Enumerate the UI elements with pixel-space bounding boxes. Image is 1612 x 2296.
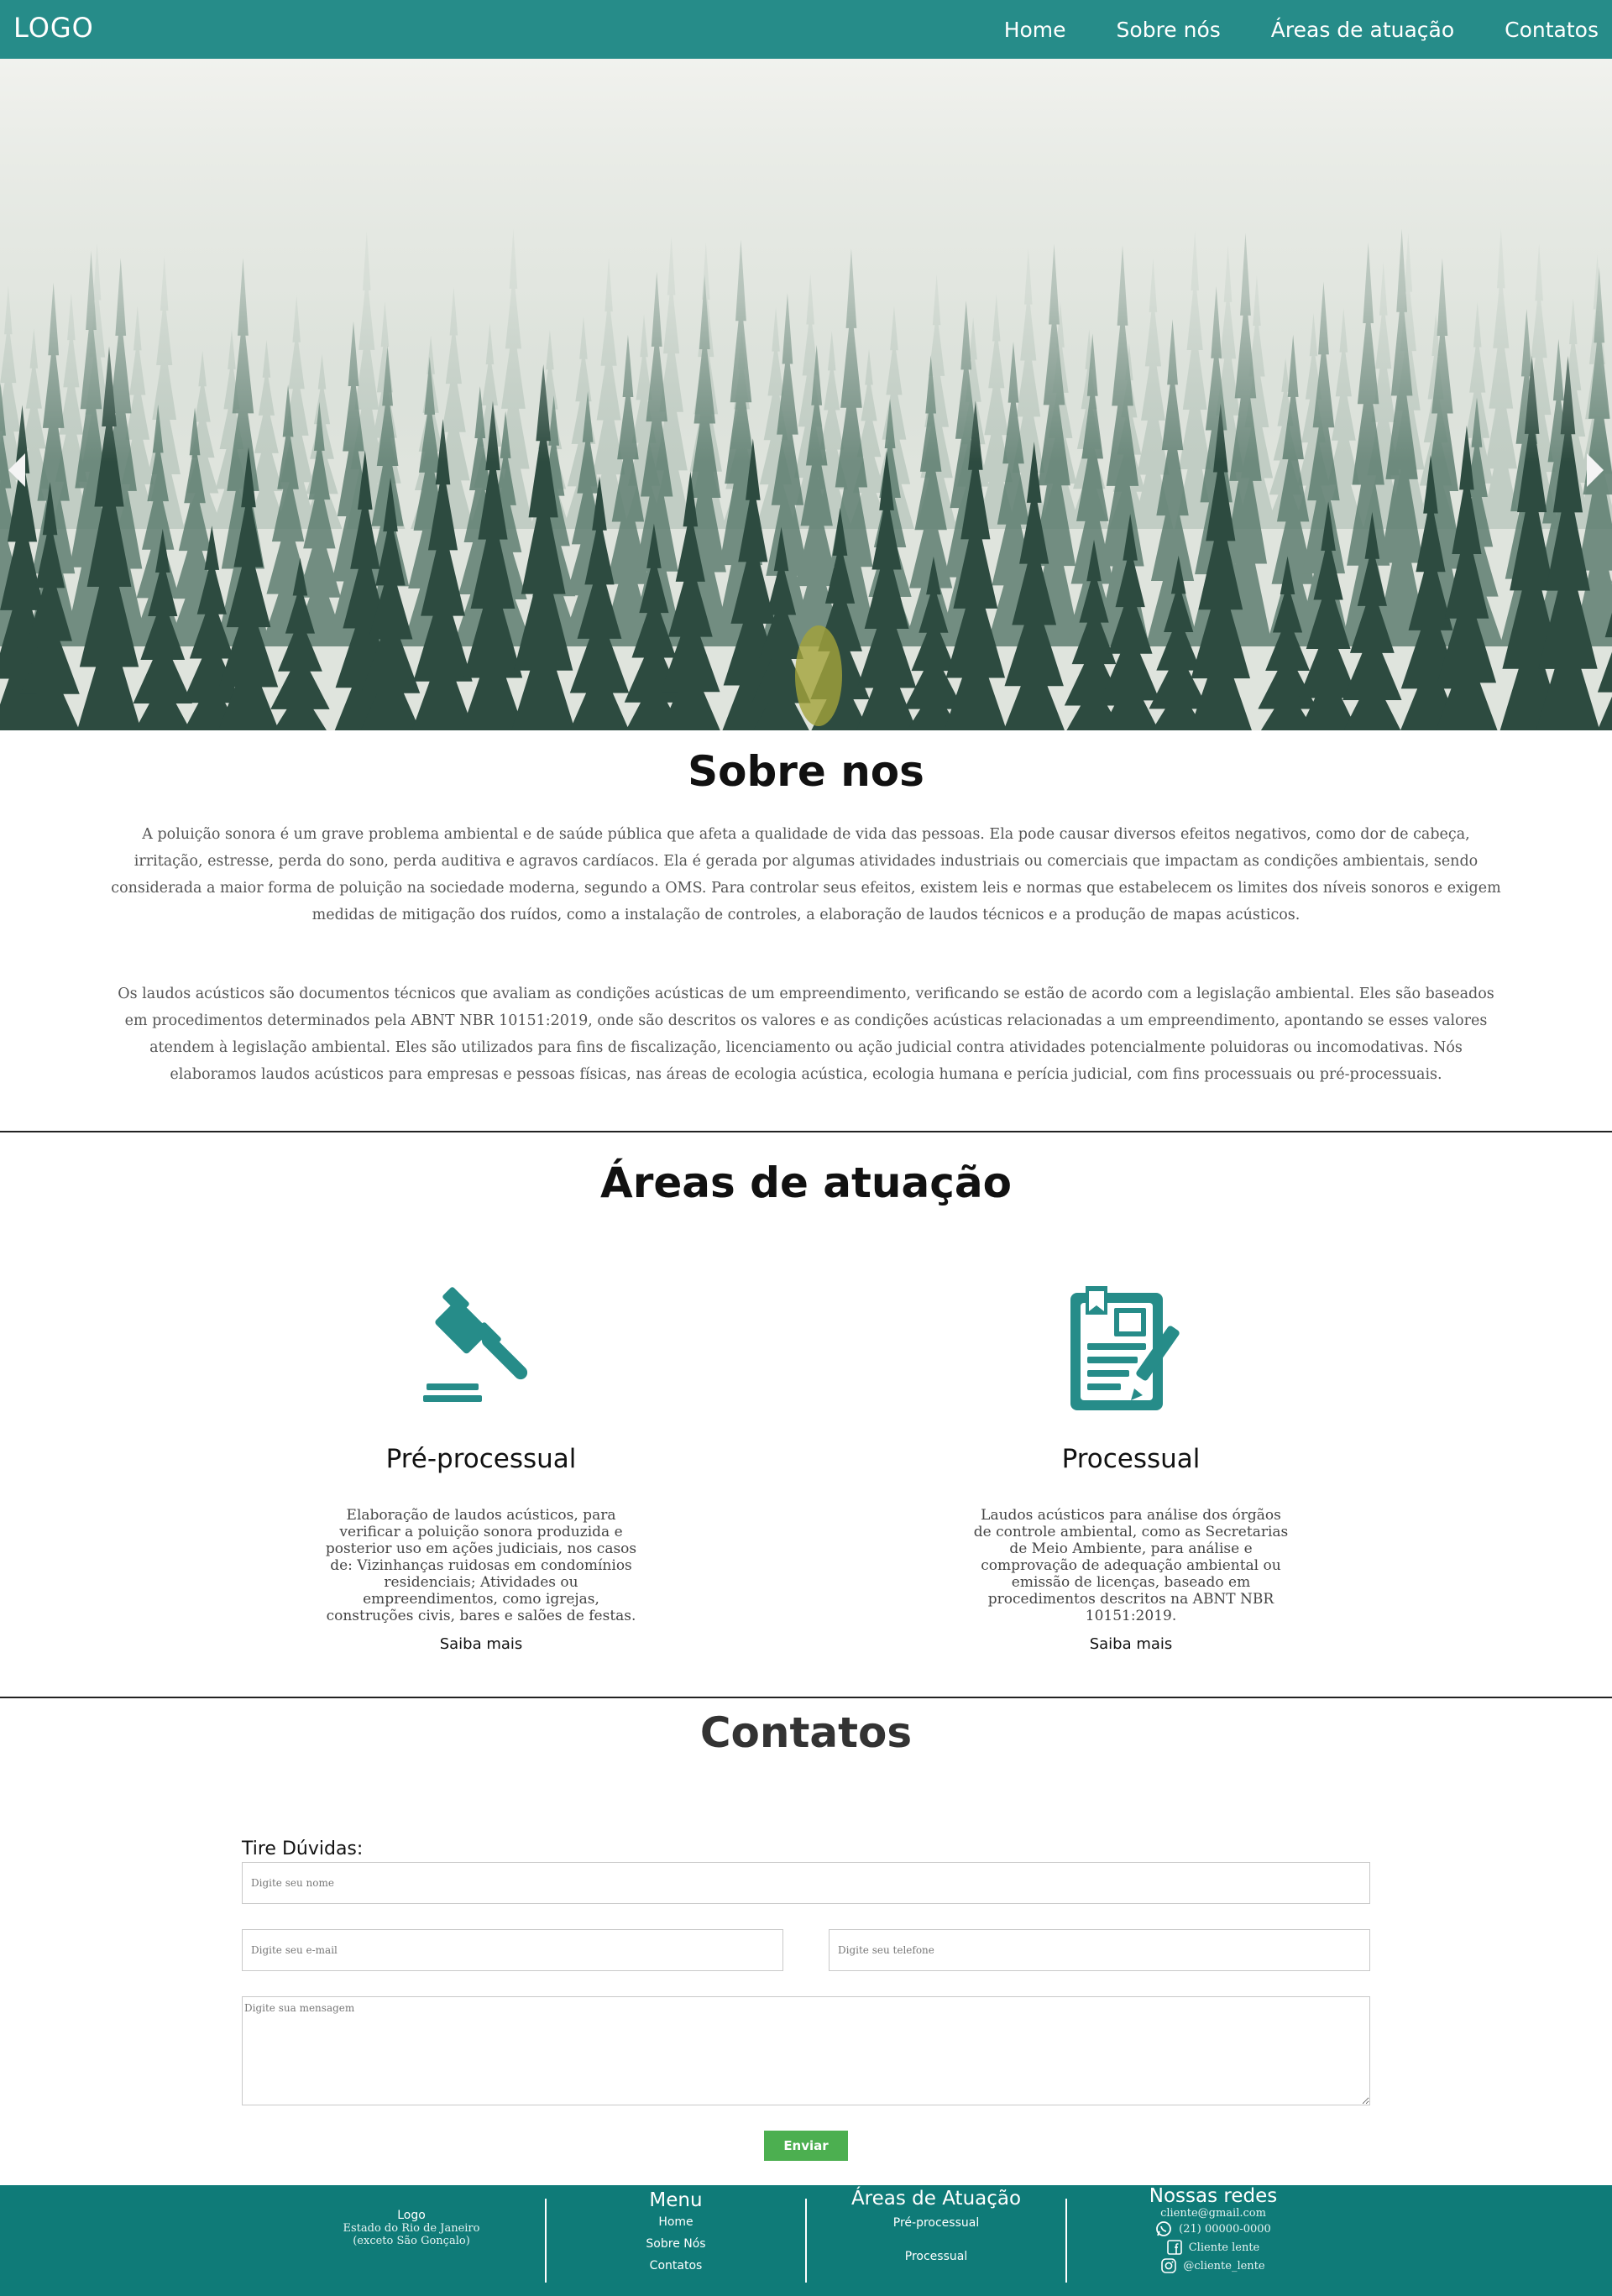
footer-separator [805, 2199, 807, 2283]
footer: Logo Estado do Rio de Janeiro (exceto Sã… [0, 2185, 1612, 2296]
nav-home[interactable]: Home [1004, 18, 1066, 42]
contacts-title: Contatos [699, 1708, 913, 1757]
footer-facebook: Cliente lente [1188, 2241, 1260, 2254]
footer-area-processual[interactable]: Processual [840, 2250, 1033, 2263]
send-button[interactable]: Enviar [764, 2131, 848, 2161]
footer-menu-sobre[interactable]: Sobre Nós [592, 2233, 760, 2255]
footer-social-title: Nossas redes [1149, 2185, 1278, 2207]
whatsapp-icon [1156, 2221, 1172, 2236]
main-nav: Home Sobre nós Áreas de atuação Contatos [954, 0, 1599, 59]
footer-logo-col: Logo Estado do Rio de Janeiro (exceto Sã… [319, 2209, 504, 2247]
footer-menu-title: Menu [649, 2189, 703, 2211]
footer-whatsapp-row[interactable]: (21) 00000-0000 [1129, 2220, 1297, 2238]
saiba-mais-link[interactable]: Saiba mais [950, 1635, 1311, 1653]
instagram-icon [1161, 2258, 1177, 2273]
site-logo[interactable]: LOGO [13, 12, 94, 44]
nav-areas[interactable]: Áreas de atuação [1271, 18, 1454, 42]
footer-facebook-row[interactable]: Cliente lente [1129, 2238, 1297, 2257]
footer-areas-col: Áreas de Atuação Pré-processual Processu… [840, 2188, 1033, 2263]
area-card-title: Pré-processual [385, 1444, 577, 1474]
section-divider [0, 1131, 1612, 1132]
about-paragraph-2: Os laudos acústicos são documentos técni… [118, 986, 1494, 1083]
footer-separator [545, 2199, 547, 2283]
footer-instagram-row[interactable]: @cliente_lente [1129, 2257, 1297, 2275]
nav-contatos[interactable]: Contatos [1505, 18, 1599, 42]
arrow-left-icon[interactable] [8, 453, 25, 487]
message-textarea[interactable] [242, 1996, 1370, 2105]
footer-separator [1065, 2199, 1067, 2283]
area-card-text: Elaboração de laudos acústicos, para ver… [325, 1507, 637, 1624]
footer-menu-col: Menu Home Sobre Nós Contatos [592, 2189, 760, 2277]
gavel-icon [423, 1287, 528, 1402]
footer-areas-title: Áreas de Atuação [850, 2188, 1022, 2210]
footer-email: cliente@gmail.com [1160, 2207, 1266, 2220]
saiba-mais-link[interactable]: Saiba mais [301, 1635, 662, 1653]
area-card-processual: Processual Laudos acústicos para análise… [950, 1276, 1311, 1662]
footer-menu-contatos[interactable]: Contatos [592, 2255, 760, 2277]
email-input[interactable] [242, 1929, 783, 1971]
footer-logo: Logo [397, 2209, 426, 2222]
arrow-right-icon[interactable] [1587, 453, 1604, 487]
about-paragraph-1: A poluição sonora é um grave problema am… [111, 826, 1501, 923]
forest-hero-image [0, 59, 1612, 730]
section-divider [0, 1697, 1612, 1698]
top-navbar: LOGO Home Sobre nós Áreas de atuação Con… [0, 0, 1612, 59]
footer-region-line1: Estado do Rio de Janeiro [343, 2222, 480, 2235]
form-label: Tire Dúvidas: [242, 1838, 364, 1859]
phone-input[interactable] [829, 1929, 1370, 1971]
about-title: Sobre nos [688, 747, 924, 796]
footer-social-col: Nossas redes cliente@gmail.com (21) 0000… [1129, 2185, 1297, 2275]
name-input[interactable] [242, 1862, 1370, 1904]
document-pen-icon [1070, 1286, 1180, 1410]
nav-sobre[interactable]: Sobre nós [1117, 18, 1221, 42]
facebook-icon [1166, 2240, 1182, 2255]
footer-menu-home[interactable]: Home [592, 2211, 760, 2233]
hero-carousel [0, 59, 1612, 730]
footer-phone: (21) 00000-0000 [1179, 2222, 1271, 2236]
area-card-pre-processual: Pré-processual Elaboração de laudos acús… [301, 1276, 662, 1662]
area-card-title: Processual [1061, 1444, 1201, 1474]
areas-title: Áreas de atuação [600, 1158, 1012, 1207]
footer-area-pre[interactable]: Pré-processual [840, 2216, 1033, 2230]
footer-region-line2: (exceto São Gonçalo) [353, 2235, 470, 2247]
area-card-text: Laudos acústicos para análise dos órgãos… [973, 1507, 1289, 1624]
footer-instagram: @cliente_lente [1183, 2259, 1265, 2272]
